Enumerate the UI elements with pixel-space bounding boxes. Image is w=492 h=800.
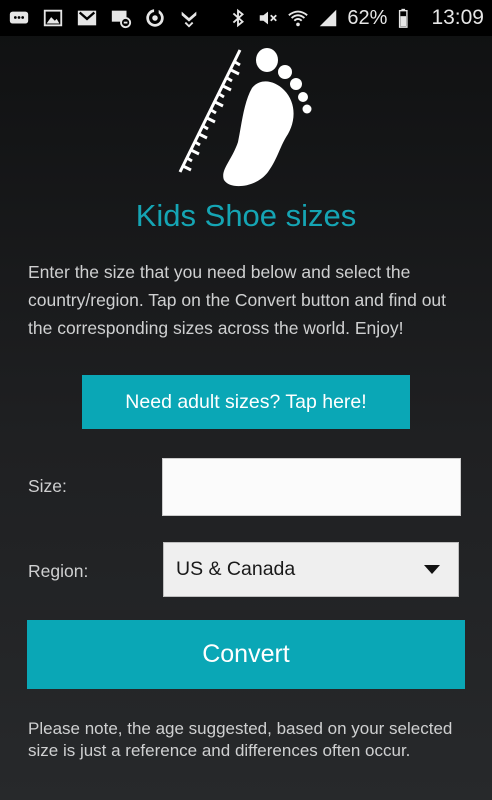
mute-icon (257, 7, 279, 29)
size-label: Size: (28, 476, 67, 496)
footprint-ruler-icon (170, 42, 330, 192)
gmail-icon (76, 7, 98, 29)
disclaimer-note: Please note, the age suggested, based on… (28, 719, 453, 760)
sync-icon (144, 7, 166, 29)
region-selected-value: US & Canada (176, 558, 296, 580)
chat-icon (8, 7, 30, 29)
signal-icon (317, 7, 339, 29)
clock: 13:09 (431, 6, 484, 29)
page-title: Kids Shoe sizes (135, 198, 357, 233)
bluetooth-icon (227, 7, 249, 29)
convert-button[interactable]: Convert (27, 620, 465, 689)
app-screen: 62% 13:09 Kids Shoe sizes Enter the size… (0, 0, 492, 800)
region-label: Region: (28, 561, 89, 581)
check-icon (178, 7, 200, 29)
intro-text: Enter the size that you need below and s… (28, 262, 447, 338)
battery-percent: 62% (347, 6, 388, 29)
voicemail-icon (110, 7, 132, 29)
adult-sizes-button[interactable]: Need adult sizes? Tap here! (82, 375, 410, 429)
chevron-down-icon (424, 565, 440, 574)
battery-icon (395, 7, 417, 29)
gallery-icon (42, 7, 64, 29)
region-dropdown[interactable]: US & Canada (163, 542, 459, 597)
status-bar: 62% 13:09 (0, 0, 492, 36)
notification-icons (8, 7, 200, 29)
wifi-icon (287, 7, 309, 29)
system-icons: 62% 13:09 (227, 6, 484, 30)
size-input[interactable] (162, 458, 461, 516)
